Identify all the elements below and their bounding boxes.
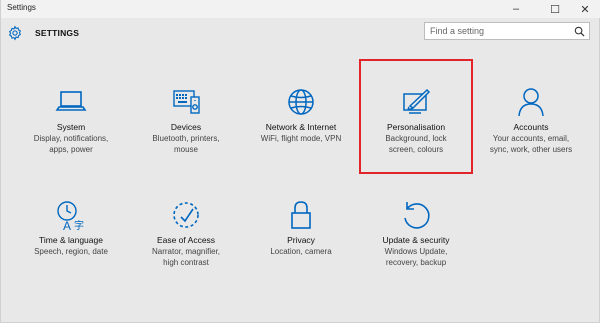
tile-name: System bbox=[56, 122, 86, 132]
tile-name: Time & language bbox=[39, 235, 103, 245]
tile-update-security[interactable]: Update & security Windows Update, recove… bbox=[361, 199, 471, 268]
laptop-icon bbox=[55, 91, 87, 111]
tile-network-internet[interactable]: Network & Internet WiFi, flight mode, VP… bbox=[246, 86, 356, 144]
settings-window: Settings – ☐ ✕ SETTINGS System bbox=[0, 0, 600, 323]
tile-description: Display, notifications, bbox=[33, 134, 109, 143]
tile-name: Update & security bbox=[382, 235, 450, 245]
svg-text:字: 字 bbox=[74, 219, 84, 231]
ease-of-access-icon bbox=[173, 202, 199, 228]
devices-icon bbox=[173, 90, 200, 114]
tile-description: apps, power bbox=[49, 145, 93, 154]
personalisation-highlight-box bbox=[359, 59, 473, 174]
gear-icon bbox=[8, 25, 22, 41]
tile-description: Speech, region, date bbox=[34, 247, 108, 256]
tile-description: WiFi, flight mode, VPN bbox=[260, 134, 342, 143]
tile-description: Your accounts, email, bbox=[492, 134, 570, 143]
tile-description: high contrast bbox=[163, 258, 209, 267]
tile-accounts[interactable]: Accounts Your accounts, email, sync, wor… bbox=[476, 86, 586, 155]
search-input[interactable] bbox=[430, 24, 560, 38]
tile-ease-of-access[interactable]: Ease of Access Narrator, magnifier, high… bbox=[131, 199, 241, 268]
tile-name: Ease of Access bbox=[156, 235, 216, 245]
tile-description: Windows Update, bbox=[384, 247, 448, 256]
tile-description: Location, camera bbox=[270, 247, 332, 256]
tile-time-language[interactable]: A 字 Time & language Speech, region, date bbox=[16, 199, 126, 257]
tile-devices[interactable]: Devices Bluetooth, printers, mouse bbox=[131, 86, 241, 155]
maximize-button[interactable]: ☐ bbox=[538, 0, 572, 18]
tile-description: Bluetooth, printers, bbox=[152, 134, 220, 143]
close-button[interactable]: ✕ bbox=[568, 0, 600, 18]
tile-description: sync, work, other users bbox=[489, 145, 573, 154]
tile-name: Accounts bbox=[513, 122, 549, 132]
title-bar: Settings – ☐ ✕ bbox=[1, 0, 600, 18]
tile-privacy[interactable]: Privacy Location, camera bbox=[246, 199, 356, 257]
update-icon bbox=[404, 202, 430, 229]
tile-name: Privacy bbox=[287, 235, 315, 245]
globe-icon bbox=[288, 89, 314, 115]
page-title: SETTINGS bbox=[35, 28, 80, 38]
window-title: Settings bbox=[7, 3, 36, 12]
time-language-icon: A 字 bbox=[57, 201, 84, 231]
tile-description: Narrator, magnifier, bbox=[151, 247, 221, 256]
lock-icon bbox=[291, 201, 311, 229]
tile-description: mouse bbox=[173, 145, 198, 154]
tile-name: Devices bbox=[170, 122, 202, 132]
minimize-button[interactable]: – bbox=[499, 0, 533, 18]
tile-name: Network & Internet bbox=[265, 122, 337, 132]
tile-description: recovery, backup bbox=[385, 258, 447, 267]
search-box[interactable] bbox=[424, 22, 590, 40]
svg-text:A: A bbox=[63, 219, 71, 231]
person-icon bbox=[518, 88, 544, 117]
search-icon[interactable] bbox=[574, 26, 585, 37]
tile-system[interactable]: System Display, notifications, apps, pow… bbox=[16, 86, 126, 155]
settings-header: SETTINGS bbox=[1, 18, 600, 48]
